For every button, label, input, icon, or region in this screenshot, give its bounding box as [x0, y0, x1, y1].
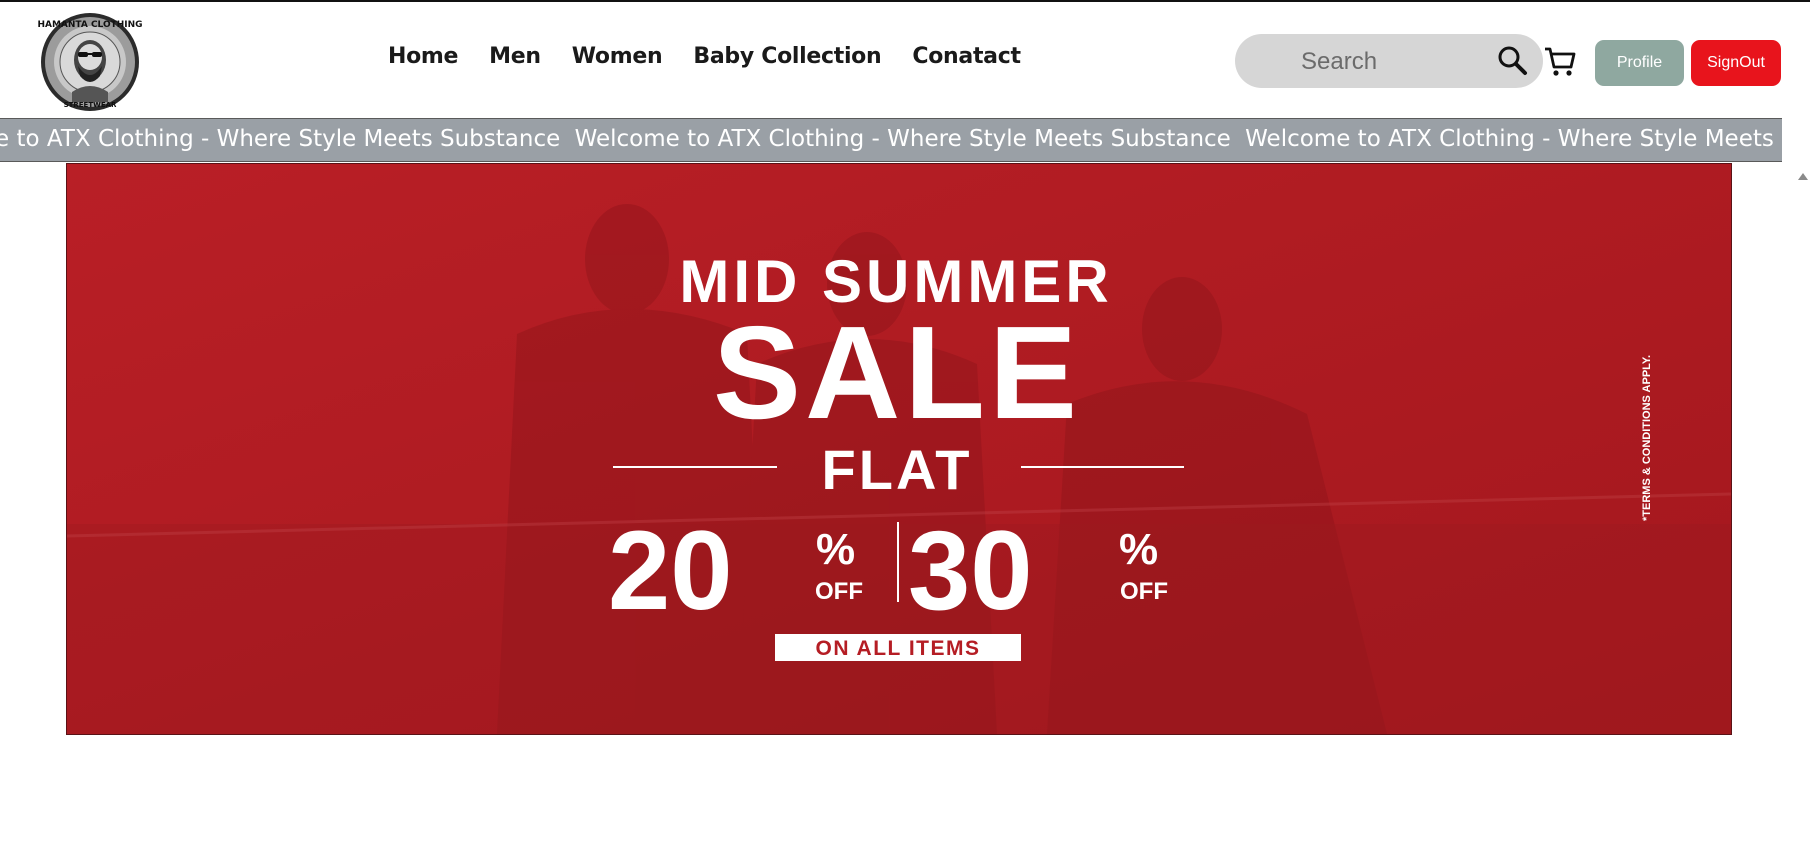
cart-icon[interactable] — [1543, 46, 1577, 78]
site-header: HAMANTA CLOTHING STREETWEAR Home Men Wom… — [0, 2, 1810, 118]
main-nav: Home Men Women Baby Collection Conatact — [388, 44, 1021, 69]
nav-men-link[interactable]: Men — [489, 44, 541, 69]
on-all-items-label: ON ALL ITEMS — [816, 637, 981, 660]
logo-top-text: HAMANTA CLOTHING — [38, 20, 142, 30]
search-icon[interactable] — [1496, 44, 1528, 76]
signout-button[interactable]: SignOut — [1691, 40, 1781, 86]
discount-20-off: OFF — [815, 578, 863, 605]
marquee-text: Welcome to ATX Clothing - Where Style Me… — [1245, 126, 1782, 152]
page-scrollbar[interactable] — [1790, 162, 1810, 867]
nav-baby-collection-link[interactable]: Baby Collection — [693, 44, 881, 69]
sale-banner-graphic: MID SUMMER SALE FLAT 20 % OFF 30 % OFF O… — [67, 164, 1731, 734]
discount-30-off: OFF — [1120, 578, 1168, 605]
discount-30-percent: % — [1119, 525, 1158, 574]
page: HAMANTA CLOTHING STREETWEAR Home Men Wom… — [0, 0, 1810, 867]
discount-20-value: 20 — [608, 508, 733, 633]
sale-banner[interactable]: MID SUMMER SALE FLAT 20 % OFF 30 % OFF O… — [66, 163, 1732, 735]
banner-flat-label: FLAT — [822, 438, 973, 501]
search-input[interactable] — [1299, 42, 1453, 82]
marquee-text: Welcome to ATX Clothing - Where Style Me… — [0, 126, 561, 152]
nav-home-link[interactable]: Home — [388, 44, 458, 69]
banner-heading-sale: SALE — [713, 299, 1081, 446]
profile-button[interactable]: Profile — [1595, 40, 1684, 86]
nav-women-link[interactable]: Women — [572, 44, 663, 69]
scroll-up-arrow-icon[interactable] — [1798, 173, 1808, 180]
terms-conditions-note: *TERMS & CONDITIONS APPLY. — [1641, 355, 1653, 521]
logo-emblem-icon: HAMANTA CLOTHING STREETWEAR — [37, 13, 143, 111]
logo-bottom-text: STREETWEAR — [64, 101, 117, 109]
nav-contact-link[interactable]: Conatact — [912, 44, 1021, 69]
marquee-track: Welcome to ATX Clothing - Where Style Me… — [0, 126, 1782, 152]
brand-logo[interactable]: HAMANTA CLOTHING STREETWEAR — [37, 10, 143, 114]
marquee-text: Welcome to ATX Clothing - Where Style Me… — [574, 126, 1231, 152]
discount-30-value: 30 — [908, 508, 1033, 633]
discount-20-percent: % — [816, 525, 855, 574]
welcome-marquee: Welcome to ATX Clothing - Where Style Me… — [0, 118, 1782, 162]
